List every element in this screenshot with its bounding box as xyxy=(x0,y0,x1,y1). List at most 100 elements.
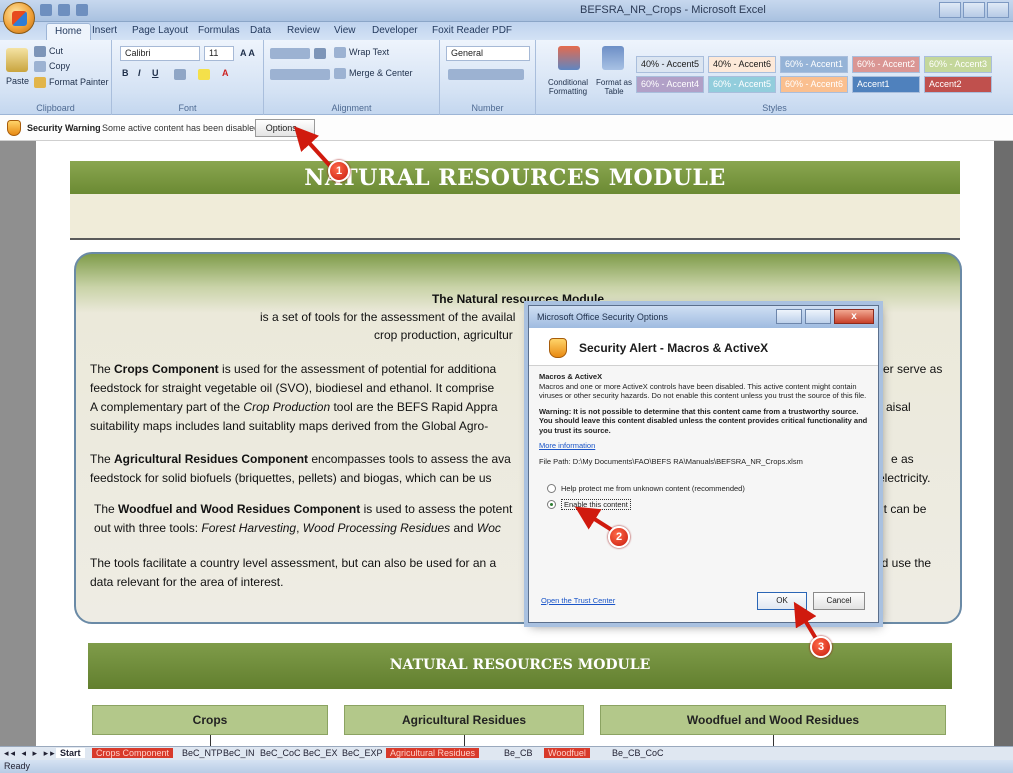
security-warning-title: Security Warning xyxy=(27,123,101,133)
style-40-accent6[interactable]: 40% - Accent6 xyxy=(708,56,776,73)
number-label: Number xyxy=(471,103,504,113)
font-size-select[interactable]: 11 xyxy=(204,46,234,61)
conditional-formatting-icon[interactable] xyxy=(558,46,580,70)
residues-text-b: feedstock for solid biofuels (briquettes… xyxy=(90,471,492,485)
save-icon[interactable] xyxy=(40,4,52,16)
sheet-tab-bec-coc[interactable]: BeC_CoC xyxy=(260,748,301,758)
sheet-tab-bec-ex[interactable]: BeC_EX xyxy=(303,748,338,758)
borders-icon[interactable] xyxy=(174,69,186,80)
alignment-label: Alignment xyxy=(331,103,372,113)
sheet-tab-bec-in[interactable]: BeC_IN xyxy=(223,748,255,758)
style-60-accent5[interactable]: 60% - Accent5 xyxy=(708,76,776,93)
format-as-table-icon[interactable] xyxy=(602,46,624,70)
dialog-header: Security Alert - Macros & ActiveX xyxy=(529,328,878,366)
residues-text-a2: encompasses tools to assess the ava xyxy=(308,452,511,466)
conditional-formatting-button[interactable]: Conditional Formatting xyxy=(542,78,594,96)
number-format-select[interactable]: General xyxy=(446,46,530,61)
sheet-tab-agricultural-residues[interactable]: Agricultural Residues xyxy=(386,748,480,758)
dialog-titlebar[interactable]: Microsoft Office Security Options x xyxy=(529,306,878,328)
tab-developer[interactable]: Developer xyxy=(372,25,418,36)
sheet-tab-woodfuel[interactable]: Woodfuel xyxy=(544,748,590,758)
undo-icon[interactable] xyxy=(58,4,70,16)
office-logo-icon xyxy=(12,11,27,26)
protect-radio[interactable] xyxy=(547,484,556,493)
number-format-icons[interactable] xyxy=(448,69,524,80)
dialog-minimize-button[interactable] xyxy=(776,309,802,324)
style-accent1[interactable]: Accent1 xyxy=(852,76,920,93)
redo-icon[interactable] xyxy=(76,4,88,16)
italic-icon[interactable]: I xyxy=(138,68,141,78)
ok-button[interactable]: OK xyxy=(757,592,807,610)
style-60-accent1[interactable]: 60% - Accent1 xyxy=(780,56,848,73)
wrap-text-label: Wrap Text xyxy=(349,47,390,57)
style-accent2[interactable]: Accent2 xyxy=(924,76,992,93)
window-controls xyxy=(939,2,1009,18)
options-button[interactable]: Options... xyxy=(255,119,315,137)
style-60-accent4[interactable]: 60% - Accent4 xyxy=(636,76,704,93)
paste-button[interactable]: Paste xyxy=(6,76,29,86)
connector-line xyxy=(464,735,465,746)
horizontal-align-icons[interactable] xyxy=(270,69,330,80)
dialog-help-button[interactable] xyxy=(805,309,831,324)
paste-icon[interactable] xyxy=(6,48,28,72)
tab-review[interactable]: Review xyxy=(287,25,320,36)
wrap-text-button[interactable]: Wrap Text xyxy=(334,47,390,59)
tab-home[interactable]: Home xyxy=(46,23,91,40)
crops-component-box[interactable]: Crops xyxy=(92,705,328,735)
tab-formulas[interactable]: Formulas xyxy=(198,25,240,36)
format-as-table-button[interactable]: Format as Table xyxy=(594,78,634,96)
protect-option-label: Help protect me from unknown content (re… xyxy=(561,484,745,493)
style-40-accent5[interactable]: 40% - Accent5 xyxy=(636,56,704,73)
sheet-tab-be-cb[interactable]: Be_CB xyxy=(504,748,533,758)
underline-icon[interactable]: U xyxy=(152,68,159,78)
sheet-tab-start[interactable]: Start xyxy=(56,748,85,758)
sheet-tab-bec-ntp[interactable]: BeC_NTP xyxy=(182,748,223,758)
style-60-accent6[interactable]: 60% - Accent6 xyxy=(780,76,848,93)
enable-radio[interactable] xyxy=(547,500,556,509)
merge-center-button[interactable]: Merge & Center xyxy=(334,68,413,80)
orientation-icon[interactable] xyxy=(314,48,326,59)
crops-text-right-c: aisal xyxy=(886,400,911,414)
tab-foxit-reader-pdf[interactable]: Foxit Reader PDF xyxy=(432,25,512,36)
style-60-accent2[interactable]: 60% - Accent2 xyxy=(852,56,920,73)
close-button[interactable] xyxy=(987,2,1009,18)
protect-option[interactable]: Help protect me from unknown content (re… xyxy=(547,484,745,493)
format-painter-button[interactable]: Format Painter xyxy=(34,77,109,89)
forest-harvesting-term: Forest Harvesting xyxy=(201,521,297,535)
tab-view[interactable]: View xyxy=(334,25,356,36)
crop-production-term: Crop Production xyxy=(243,400,331,414)
tab-page-layout[interactable]: Page Layout xyxy=(132,25,188,36)
vertical-align-icons[interactable] xyxy=(270,48,310,59)
sheet-tab-be-cb-coc[interactable]: Be_CB_CoC xyxy=(612,748,664,758)
woodfuel-box[interactable]: Woodfuel and Wood Residues xyxy=(600,705,946,735)
font-color-icon[interactable]: A xyxy=(222,68,229,78)
grow-font-icon[interactable]: A A xyxy=(240,48,255,58)
bold-icon[interactable]: B xyxy=(122,68,129,78)
callout-2-badge: 2 xyxy=(608,526,630,548)
tab-data[interactable]: Data xyxy=(250,25,271,36)
ribbon-tabs: Home Insert Page Layout Formulas Data Re… xyxy=(0,22,1013,40)
woodfuel-component-term: Woodfuel and Wood Residues Component xyxy=(118,502,361,516)
sheet-tab-bec-exp[interactable]: BeC_EXP xyxy=(342,748,383,758)
sheet-tab-crops-component[interactable]: Crops Component xyxy=(92,748,174,758)
cancel-button[interactable]: Cancel xyxy=(813,592,865,610)
more-information-link[interactable]: More information xyxy=(539,441,869,451)
cut-button[interactable]: Cut xyxy=(34,46,63,58)
enable-option-label: Enable this content xyxy=(561,499,631,510)
font-label: Font xyxy=(178,103,197,113)
office-button[interactable] xyxy=(3,2,35,34)
enable-option[interactable]: Enable this content xyxy=(547,499,631,510)
dialog-close-button[interactable]: x xyxy=(834,309,874,324)
font-name-select[interactable]: Calibri xyxy=(120,46,200,61)
tab-insert[interactable]: Insert xyxy=(92,25,117,36)
crops-text-b: feedstock for straight vegetable oil (SV… xyxy=(90,381,495,395)
maximize-button[interactable] xyxy=(963,2,985,18)
minimize-button[interactable] xyxy=(939,2,961,18)
trust-center-link[interactable]: Open the Trust Center xyxy=(541,596,615,605)
copy-button[interactable]: Copy xyxy=(34,61,70,73)
fill-color-icon[interactable] xyxy=(198,69,210,80)
tab-scroll-arrows[interactable]: ◂◂ ◂ ▸ ▸▸ xyxy=(4,748,57,759)
vertical-scrollbar[interactable] xyxy=(994,141,1013,746)
style-60-accent3[interactable]: 60% - Accent3 xyxy=(924,56,992,73)
agricultural-residues-box[interactable]: Agricultural Residues xyxy=(344,705,584,735)
